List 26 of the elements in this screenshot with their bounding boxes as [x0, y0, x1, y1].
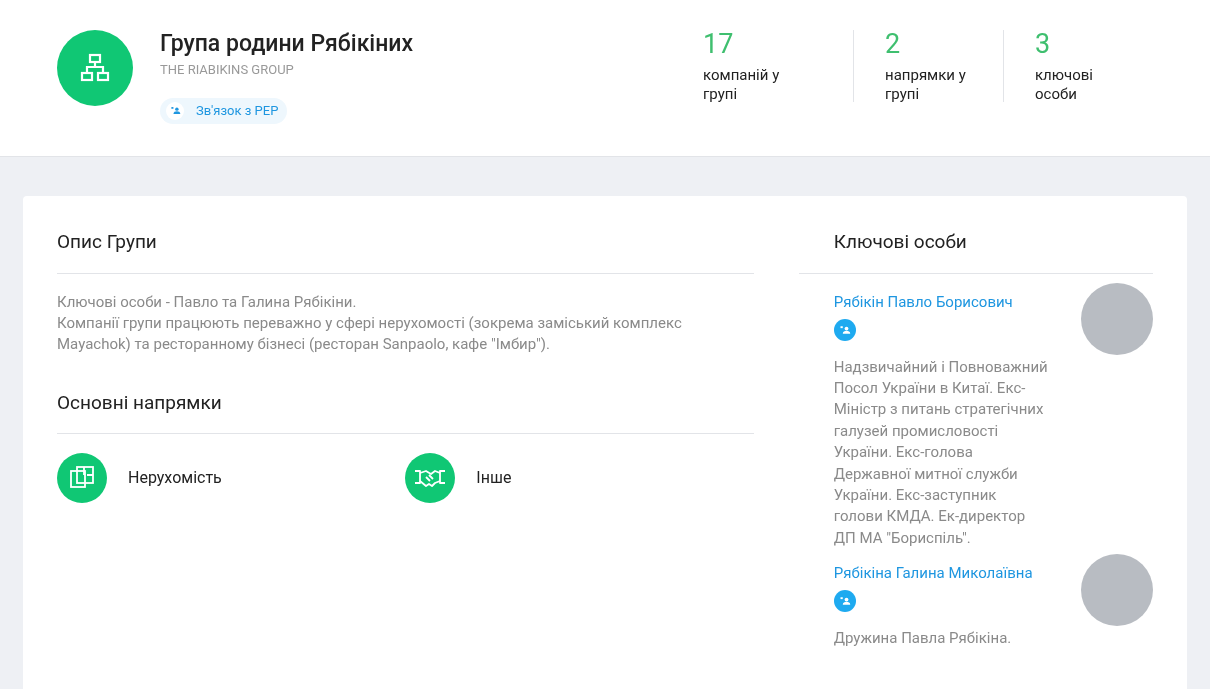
- pep-link[interactable]: Зв'язок з PEP: [160, 97, 288, 124]
- people-icon: [838, 323, 851, 336]
- group-subtitle: THE RIABIKINS GROUP: [160, 61, 295, 79]
- section-title: Ключові особи: [798, 196, 1153, 274]
- description-text: Компанії групи працюють переважно у сфері нерухомості (зокрема заміський комплекс Mayachok) та ресторанному бізнесі (ресторан Sanpaolo, кафе "Імбир").: [57, 312, 683, 355]
- description-text: Ключові особи - Павло та Галина Рябікіни.: [57, 291, 358, 313]
- person-bio: Надзвичайний і Повноважний Посол України в Китаї. Екс-Міністр з питань стратегічних галузей промисловості України. Екс-голова Державної митної служби України. Екс-заступник голови КМДА. Ек-директор ДП МА "Бориспіль".: [833, 356, 1049, 549]
- person-name[interactable]: Рябікін Павло Борисович: [833, 291, 1049, 312]
- stat-value: 2: [885, 30, 902, 58]
- people-icon: [838, 595, 851, 608]
- section-title: Опис Групи: [57, 196, 754, 274]
- person-name[interactable]: Рябікіна Галина Миколаївна: [833, 563, 1049, 584]
- stat-label: напрямки у групі: [885, 66, 967, 104]
- stat-value: 17: [703, 30, 735, 58]
- stat-label: ключові особи: [1035, 66, 1094, 104]
- hierarchy-icon: [79, 52, 111, 84]
- handshake-icon: [405, 453, 456, 503]
- stat-value: 3: [1035, 30, 1052, 58]
- floor-plan-icon: [57, 453, 107, 503]
- direction-label: Нерухомість: [128, 467, 222, 489]
- stat-label: компаній у групі: [703, 66, 781, 104]
- group-title: Група родини Рябікіних: [160, 30, 414, 58]
- section-title: Основні напрямки: [57, 354, 754, 434]
- people-icon: [169, 105, 181, 116]
- direction-label: Інше: [476, 467, 512, 489]
- person-bio: Дружина Павла Рябікіна.: [833, 628, 1013, 650]
